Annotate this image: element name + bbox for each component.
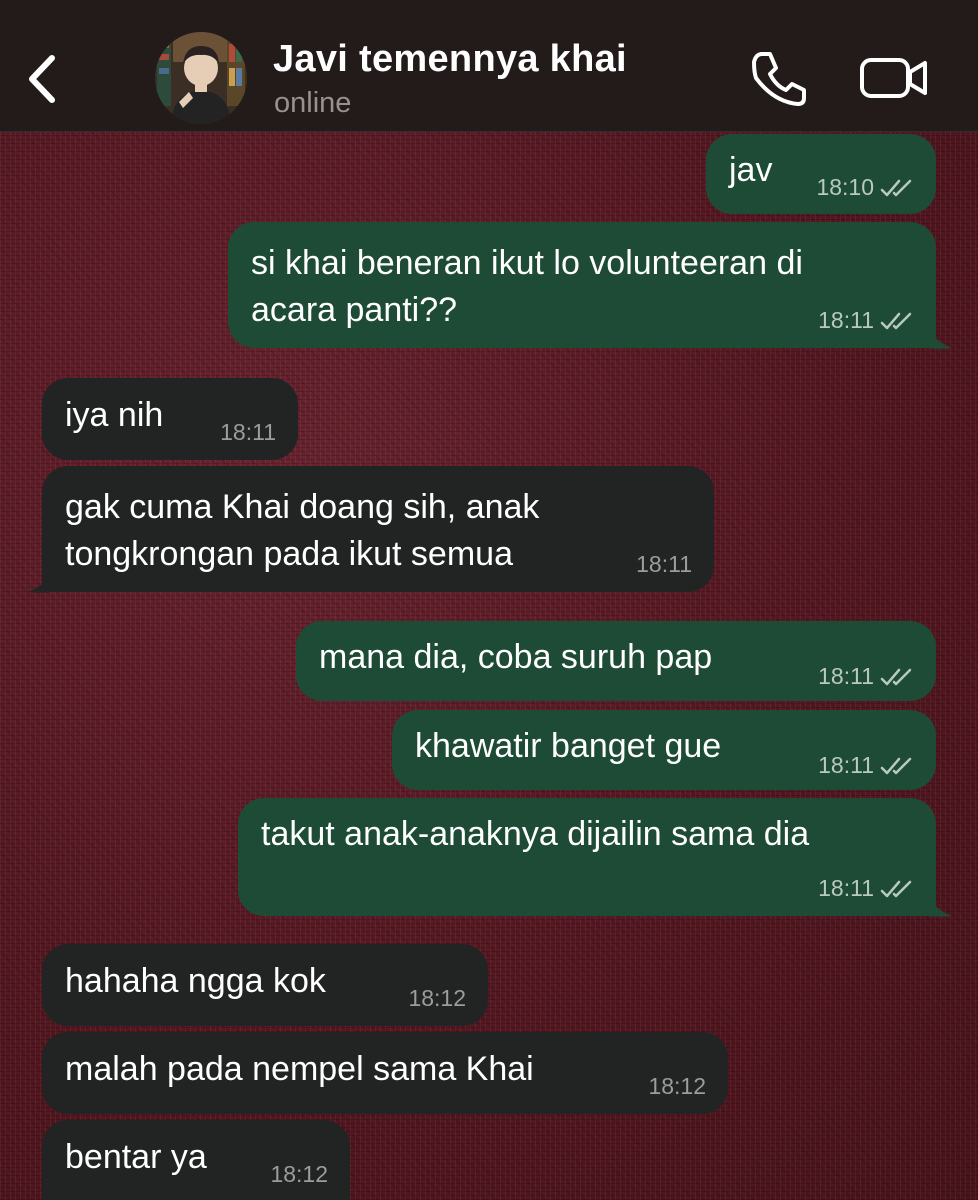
- avatar-photo: [155, 32, 247, 124]
- message-bubble-incoming[interactable]: hahaha ngga kok 18:12: [42, 944, 488, 1026]
- message-bubble-incoming[interactable]: gak cuma Khai doang sih, anak tongkronga…: [42, 466, 714, 592]
- message-text: malah pada nempel sama Khai: [65, 1050, 534, 1088]
- message-time: 18:11: [818, 307, 874, 333]
- avatar[interactable]: [155, 32, 247, 124]
- message-time: 18:11: [636, 551, 692, 577]
- double-check-icon: [880, 179, 912, 197]
- message-time: 18:12: [648, 1073, 706, 1099]
- message-time: 18:11: [220, 419, 276, 445]
- video-call-button[interactable]: [858, 50, 930, 106]
- message-text: si khai beneran ikut lo volunteeran di: [251, 244, 803, 282]
- message-text: acara panti??: [251, 291, 458, 329]
- message-meta: 18:11: [818, 751, 914, 779]
- bubble-tail: [28, 562, 60, 593]
- message-time: 18:11: [818, 875, 874, 901]
- message-bubble-outgoing[interactable]: khawatir banget gue 18:11: [392, 710, 936, 790]
- message-text: gak cuma Khai doang sih, anak: [65, 488, 540, 526]
- contact-status: online: [274, 87, 352, 119]
- chevron-left-icon: [29, 55, 55, 103]
- message-time: 18:12: [270, 1161, 328, 1187]
- contact-name[interactable]: Javi temennya khai: [273, 38, 627, 81]
- double-check-icon: [880, 668, 912, 686]
- message-meta: 18:11: [818, 874, 914, 902]
- message-time: 18:12: [408, 985, 466, 1011]
- message-text: takut anak-anaknya dijailin sama dia: [261, 815, 810, 853]
- voice-call-button[interactable]: [748, 48, 810, 110]
- message-meta: 18:11: [818, 306, 914, 334]
- message-meta: 18:12: [270, 1160, 328, 1188]
- message-meta: 18:12: [408, 984, 466, 1012]
- message-bubble-incoming[interactable]: bentar ya 18:12: [42, 1120, 350, 1200]
- message-bubble-incoming[interactable]: iya nih 18:11: [42, 378, 298, 460]
- message-bubble-outgoing[interactable]: takut anak-anaknya dijailin sama dia 18:…: [238, 798, 936, 916]
- message-time: 18:10: [816, 174, 874, 200]
- bubble-tail: [920, 318, 952, 349]
- message-meta: 18:11: [636, 550, 692, 578]
- message-meta: 18:12: [648, 1072, 706, 1100]
- double-check-icon: [880, 312, 912, 330]
- message-time: 18:11: [818, 752, 874, 778]
- message-meta: 18:10: [816, 173, 914, 201]
- message-time: 18:11: [818, 663, 874, 689]
- message-bubble-outgoing[interactable]: si khai beneran ikut lo volunteeran di a…: [228, 222, 936, 348]
- bubble-tail: [920, 886, 952, 917]
- message-meta: 18:11: [818, 662, 914, 690]
- video-camera-icon: [860, 58, 927, 98]
- phone-icon: [752, 52, 806, 106]
- back-button[interactable]: [18, 42, 68, 112]
- message-bubble-outgoing[interactable]: mana dia, coba suruh pap 18:11: [296, 621, 936, 701]
- message-bubble-incoming[interactable]: malah pada nempel sama Khai 18:12: [42, 1032, 728, 1114]
- message-bubble-outgoing[interactable]: jav 18:10: [706, 134, 936, 214]
- double-check-icon: [880, 880, 912, 898]
- message-text: tongkrongan pada ikut semua: [65, 535, 513, 573]
- message-meta: 18:11: [220, 418, 276, 446]
- message-text: hahaha ngga kok: [65, 962, 326, 1000]
- double-check-icon: [880, 757, 912, 775]
- chat-header: Javi temennya khai online: [0, 0, 978, 132]
